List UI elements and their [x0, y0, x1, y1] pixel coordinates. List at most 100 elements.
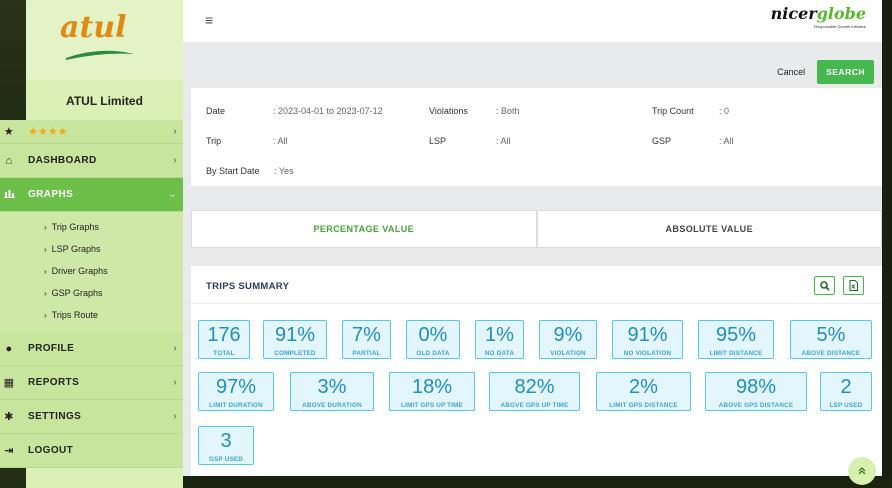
percentage-value-tab[interactable]: PERCENTAGE VALUE [191, 210, 537, 248]
stat-label: LIMIT GPS DISTANCE [609, 402, 678, 409]
stat-card-above-duration: 3% ABOVE DURATION [290, 372, 374, 411]
scroll-to-top-button[interactable] [848, 457, 876, 485]
partner-logo-accent: globe [816, 4, 866, 23]
sidebar-item-label: SETTINGS [28, 411, 82, 422]
submenu-item-driver-graphs[interactable]: › Driver Graphs [0, 260, 183, 282]
user-icon: ● [5, 342, 13, 355]
chevron-right-icon: › [173, 411, 177, 422]
caret-right-icon: › [44, 266, 47, 276]
submenu-item-gsp-graphs[interactable]: › GSP Graphs [0, 282, 183, 304]
filter-label-trip-count: Trip Count [652, 106, 694, 116]
stat-label: VIOLATION [550, 350, 586, 357]
filter-value-trip: : All [273, 136, 288, 146]
sidebar-item-logout[interactable]: ⇥ LOGOUT [0, 434, 183, 468]
stat-card-lsp-used: 2 LSP USED [820, 372, 872, 411]
stat-value: 97% [215, 376, 257, 398]
submenu-item-trip-graphs[interactable]: › Trip Graphs [0, 216, 183, 238]
caret-right-icon: › [44, 288, 47, 298]
filter-actions: Cancel SEARCH [777, 60, 874, 84]
sidebar-item-rating[interactable]: ★ ★★★★ › [0, 120, 183, 144]
sidebar-item-dashboard[interactable]: ⌂ DASHBOARD › [0, 144, 183, 178]
stat-value: 82% [514, 376, 555, 398]
stat-card-above-gps-distance: 98% ABOVE GPS DISTANCE [705, 372, 807, 411]
double-chevron-up-icon [858, 467, 866, 475]
nicerglobe-logo: nicerglobe Responsible Growth Initiative [771, 4, 866, 29]
logo-area: atul [26, 0, 183, 80]
value-mode-toggle: PERCENTAGE VALUE ABSOLUTE VALUE [191, 210, 882, 248]
background-bottom [183, 476, 892, 488]
background-right [882, 0, 892, 488]
submenu-item-trips-route[interactable]: › Trips Route [0, 304, 183, 326]
stat-value: 7% [352, 324, 381, 346]
stat-card-old-data: 0% OLD DATA [406, 320, 460, 359]
caret-right-icon: › [44, 244, 47, 254]
stat-label: ABOVE GPS DISTANCE [718, 402, 794, 409]
chevron-right-icon: › [173, 377, 177, 388]
stat-card-completed: 91% COMPLETED [263, 320, 327, 359]
hamburger-menu-icon[interactable]: ≡ [205, 12, 213, 28]
search-button[interactable]: SEARCH [817, 60, 874, 84]
star-icon: ★ [3, 126, 15, 138]
partner-tagline: Responsible Growth Initiative [814, 24, 866, 29]
stat-value: 3 [220, 430, 232, 452]
filter-label-date: Date [206, 106, 226, 116]
sidebar-item-label: LOGOUT [28, 445, 74, 456]
filter-value-date: : 2023-04-01 to 2023-07-12 [273, 106, 383, 116]
filter-value-trip-count: : 0 [719, 106, 730, 116]
stat-card-total: 176 TOTAL [198, 320, 250, 359]
trips-summary-header: TRIPS SUMMARY [191, 266, 882, 304]
cancel-button[interactable]: Cancel [777, 67, 805, 77]
submenu-label: Trips Route [51, 310, 98, 320]
topbar: ≡ nicerglobe Responsible Growth Initiati… [183, 0, 882, 42]
sidebar-item-label: DASHBOARD [28, 155, 97, 166]
submenu-label: Driver Graphs [51, 266, 108, 276]
stat-label: NO VIOLATION [623, 350, 672, 357]
excel-export-icon[interactable] [843, 276, 864, 295]
chevron-right-icon: › [173, 126, 177, 137]
sidebar-item-label: PROFILE [28, 343, 75, 354]
stat-card-limit-duration: 97% LIMIT DURATION [198, 372, 274, 411]
filter-label-trip: Trip [206, 136, 222, 146]
stat-value: 95% [715, 324, 757, 346]
stat-label: ABOVE GPS UP TIME [500, 402, 569, 409]
stat-label: TOTAL [213, 350, 235, 357]
stat-label: LSP USED [829, 402, 863, 409]
atul-logo: atul [60, 10, 127, 45]
graphs-submenu: › Trip Graphs › LSP Graphs › Driver Graphs … [0, 212, 183, 332]
stat-label: ABOVE DURATION [302, 402, 362, 409]
filter-label-lsp: LSP [429, 136, 447, 146]
sidebar-item-reports[interactable]: ▦ REPORTS › [0, 366, 183, 400]
sidebar-item-graphs[interactable]: GRAPHS ⌄ [0, 178, 183, 212]
stat-value: 1% [485, 324, 514, 346]
chevron-right-icon: › [173, 343, 177, 354]
stat-value: 5% [816, 324, 846, 346]
stat-value: 91% [627, 324, 668, 346]
submenu-item-lsp-graphs[interactable]: › LSP Graphs [0, 238, 183, 260]
trips-summary-title: TRIPS SUMMARY [206, 281, 290, 292]
main-content: Cancel SEARCH Date : 2023-04-01 to 2023-… [183, 42, 882, 476]
logout-icon: ⇥ [4, 445, 14, 457]
stat-label: COMPLETED [274, 350, 316, 357]
stat-value: 3% [317, 376, 347, 398]
table-icon: ▦ [3, 377, 15, 389]
stat-value: 2% [629, 376, 658, 398]
stat-card-partial: 7% PARTIAL [342, 320, 391, 359]
company-name: ATUL Limited [66, 94, 143, 108]
partner-logo-main: nicer [770, 4, 817, 23]
stat-card-limit-gps-distance: 2% LIMIT GPS DISTANCE [596, 372, 691, 411]
stat-label: ABOVE DISTANCE [801, 350, 861, 357]
sidebar-item-profile[interactable]: ● PROFILE › [0, 332, 183, 366]
partner-logo-text: nicerglobe [771, 4, 866, 23]
stat-card-violation: 9% VIOLATION [539, 320, 597, 359]
stat-value: 98% [735, 376, 777, 398]
stat-label: LIMIT DISTANCE [709, 350, 763, 357]
sidebar-item-settings[interactable]: ✱ SETTINGS › [0, 400, 183, 434]
search-icon[interactable] [814, 276, 835, 295]
submenu-label: LSP Graphs [51, 244, 101, 254]
stat-label: PARTIAL [352, 350, 381, 357]
absolute-value-tab[interactable]: ABSOLUTE VALUE [536, 210, 882, 248]
stat-label: LIMIT DURATION [209, 402, 263, 409]
filter-label-by-start-date: By Start Date [206, 166, 260, 176]
stat-value: 0% [418, 324, 448, 346]
filter-label-gsp: GSP [652, 136, 672, 146]
